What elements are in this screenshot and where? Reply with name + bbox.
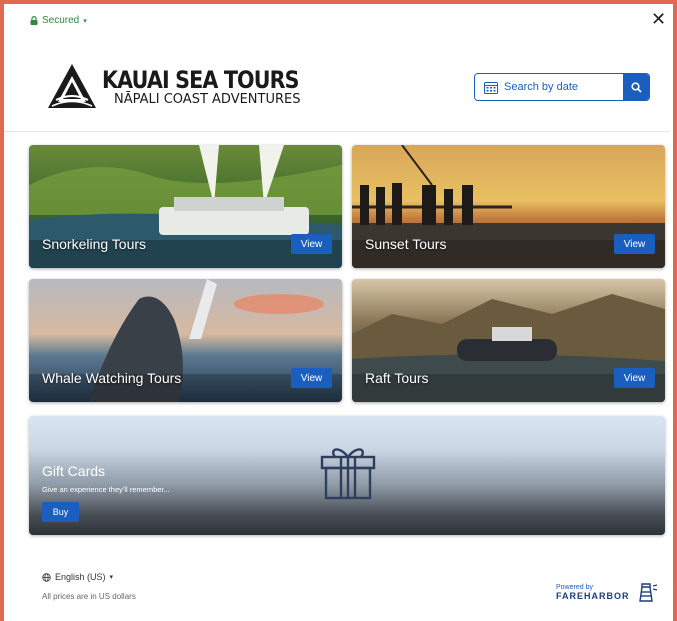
search-by-date-input[interactable]: Search by date (475, 74, 623, 100)
logo-mark-icon (48, 64, 96, 108)
view-button[interactable]: View (291, 234, 332, 254)
fareharbor-name: FAREHARBOR (556, 590, 630, 601)
tour-card-snorkeling[interactable]: Snorkeling Tours View (29, 145, 342, 268)
chevron-down-icon: ▾ (109, 574, 114, 581)
gift-card-banner[interactable]: Gift Cards Give an experience they'll re… (29, 416, 665, 535)
gift-card-title: Gift Cards (42, 463, 106, 479)
buy-button[interactable]: Buy (42, 502, 79, 522)
secured-label: Secured (42, 15, 80, 26)
tour-label: Whale Watching Tours (42, 370, 182, 386)
language-label: English (US) (55, 572, 106, 582)
search-button[interactable] (623, 74, 649, 100)
secured-indicator[interactable]: Secured ▾ (30, 15, 87, 26)
tour-label: Raft Tours (365, 370, 429, 386)
lighthouse-icon (638, 583, 657, 602)
lock-icon (30, 16, 38, 25)
calendar-icon (484, 81, 498, 94)
fareharbor-badge[interactable]: Powered by FAREHARBOR (556, 581, 658, 603)
tour-card-raft[interactable]: Raft Tours View (352, 279, 665, 402)
logo: KAUAI SEA TOURS NĀPALI COAST ADVENTURES (46, 62, 331, 112)
prices-note: All prices are in US dollars (42, 592, 136, 601)
globe-icon (42, 572, 51, 582)
tour-card-whale-watching[interactable]: Whale Watching Tours View (29, 279, 342, 402)
powered-by-label: Powered by (556, 583, 593, 591)
date-search: Search by date (474, 73, 650, 101)
close-button[interactable]: ✕ (651, 11, 666, 29)
gift-icon (320, 448, 376, 500)
logo-subtitle: NĀPALI COAST ADVENTURES (114, 92, 301, 107)
chevron-down-icon: ▾ (83, 17, 87, 25)
gift-card-subtitle: Give an experience they'll remember... (42, 485, 170, 494)
view-button[interactable]: View (614, 234, 655, 254)
view-button[interactable]: View (291, 368, 332, 388)
header-divider (4, 131, 670, 132)
search-placeholder: Search by date (504, 81, 578, 93)
tour-label: Sunset Tours (365, 236, 447, 252)
logo-title: KAUAI SEA TOURS (102, 66, 300, 94)
search-icon (630, 81, 642, 93)
language-selector[interactable]: English (US) ▾ (42, 572, 113, 582)
tour-label: Snorkeling Tours (42, 236, 147, 252)
view-button[interactable]: View (614, 368, 655, 388)
tour-card-sunset[interactable]: Sunset Tours View (352, 145, 665, 268)
